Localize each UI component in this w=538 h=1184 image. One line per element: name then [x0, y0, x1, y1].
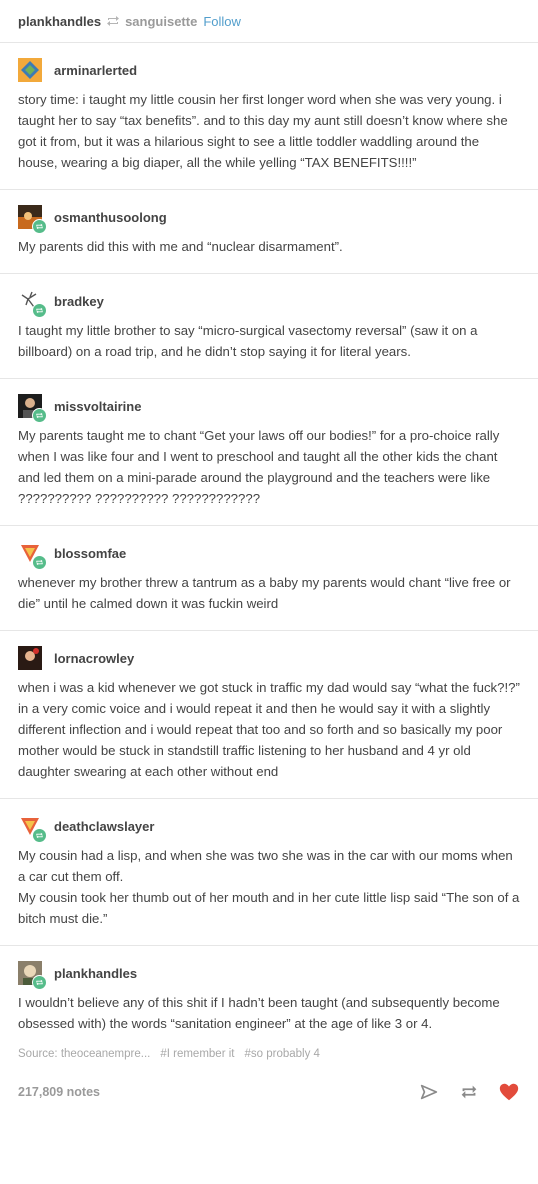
- reblog-icon[interactable]: [458, 1081, 480, 1103]
- tag-link[interactable]: #so probably 4: [244, 1048, 319, 1060]
- avatar[interactable]: [18, 289, 47, 318]
- source-and-tags: Source: theoceanempre... #I remember it …: [0, 1042, 538, 1066]
- post-username[interactable]: blossomfae: [54, 546, 126, 561]
- poster-username[interactable]: plankhandles: [18, 14, 101, 29]
- avatar[interactable]: [18, 541, 47, 570]
- post-text: My parents did this with me and “nuclear…: [18, 239, 343, 254]
- tag-link[interactable]: #I remember it: [160, 1048, 234, 1060]
- post-username[interactable]: lornacrowley: [54, 651, 134, 666]
- post-footer: 217,809 notes: [0, 1066, 538, 1108]
- diamond-avatar-icon: [18, 58, 42, 82]
- reblog-badge-icon: [32, 219, 47, 234]
- reblog-badge-icon: [32, 555, 47, 570]
- post-username[interactable]: bradkey: [54, 294, 104, 309]
- post-actions: [418, 1081, 520, 1103]
- post-header: plankhandles sanguisette Follow: [0, 0, 538, 43]
- post-entry: plankhandles I wouldn’t believe any of t…: [0, 946, 538, 1042]
- avatar[interactable]: [18, 205, 47, 234]
- reblogged-from-username[interactable]: sanguisette: [125, 14, 197, 29]
- post-entry: osmanthusoolong My parents did this with…: [0, 190, 538, 274]
- post-entry: lornacrowley when i was a kid whenever w…: [0, 631, 538, 799]
- post-username[interactable]: osmanthusoolong: [54, 210, 167, 225]
- post-username[interactable]: deathclawslayer: [54, 819, 154, 834]
- post-text: whenever my brother threw a tantrum as a…: [18, 575, 511, 611]
- heart-icon[interactable]: [498, 1081, 520, 1103]
- post-text: My parents taught me to chant “Get your …: [18, 428, 500, 506]
- post-text: story time: i taught my little cousin he…: [18, 92, 508, 170]
- follow-button[interactable]: Follow: [203, 14, 241, 29]
- avatar[interactable]: [18, 961, 47, 990]
- reblog-badge-icon: [32, 828, 47, 843]
- avatar[interactable]: [18, 394, 47, 423]
- photo-avatar-icon: [18, 646, 42, 670]
- post-entry: arminarlerted story time: i taught my li…: [0, 43, 538, 190]
- reblog-badge-icon: [32, 303, 47, 318]
- notes-count[interactable]: 217,809 notes: [18, 1085, 100, 1099]
- post-entry: deathclawslayer My cousin had a lisp, an…: [0, 799, 538, 946]
- avatar[interactable]: [18, 646, 42, 670]
- post-username[interactable]: arminarlerted: [54, 63, 137, 78]
- post-username[interactable]: plankhandles: [54, 966, 137, 981]
- avatar[interactable]: [18, 58, 42, 82]
- post-entry: bradkey I taught my little brother to sa…: [0, 274, 538, 379]
- post-text: My cousin had a lisp, and when she was t…: [18, 848, 520, 926]
- post-username[interactable]: missvoltairine: [54, 399, 141, 414]
- post-entry: missvoltairine My parents taught me to c…: [0, 379, 538, 526]
- reblog-badge-icon: [32, 975, 47, 990]
- reblog-badge-icon: [32, 408, 47, 423]
- reblog-icon: [107, 16, 120, 26]
- avatar[interactable]: [18, 814, 47, 843]
- source-link[interactable]: Source: theoceanempre...: [18, 1048, 150, 1060]
- post-text: I taught my little brother to say “micro…: [18, 323, 478, 359]
- post-text: I wouldn’t believe any of this shit if I…: [18, 995, 500, 1031]
- post-text: when i was a kid whenever we got stuck i…: [18, 680, 520, 779]
- post-entry: blossomfae whenever my brother threw a t…: [0, 526, 538, 631]
- share-icon[interactable]: [418, 1081, 440, 1103]
